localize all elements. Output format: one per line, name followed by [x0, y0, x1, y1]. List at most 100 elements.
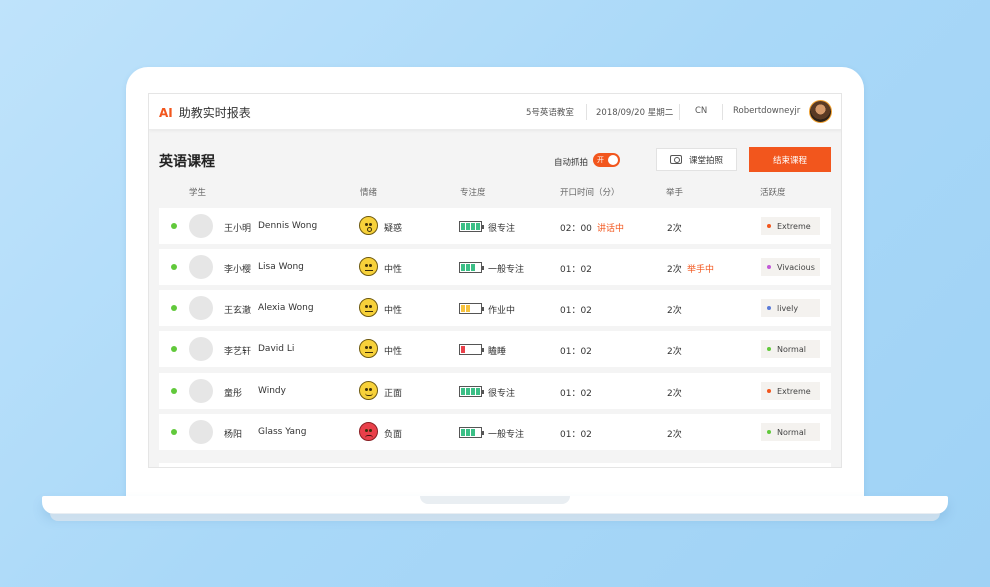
neutral-face-icon — [359, 339, 378, 358]
student-en-name: Glass Yang — [258, 427, 307, 437]
battery-cell — [466, 305, 470, 312]
table-row[interactable]: 童彤 Windy 正面 很专注 01：02 2次 Extreme — [159, 373, 831, 409]
hand-raise-count: 2次 — [667, 430, 682, 440]
student-en-name: Windy — [258, 386, 286, 396]
speaking-status: 讲话中 — [597, 224, 625, 234]
battery-cell — [461, 429, 465, 436]
focus-label: 作业中 — [488, 306, 516, 316]
user-avatar[interactable] — [809, 100, 832, 123]
brand: AI 助教实时报表 — [159, 104, 251, 121]
battery-cell — [466, 429, 470, 436]
toggle-knob — [608, 155, 618, 165]
battery-cell — [461, 346, 465, 353]
table-row[interactable]: 李小樱 Lisa Wong 中性 一般专注 01：02 2次 举手中 Vivac… — [159, 249, 831, 285]
speaking-time: 01：02 — [560, 306, 592, 316]
speaking-time: 01：02 — [560, 265, 592, 275]
speaking-time: 01：02 — [560, 389, 592, 399]
battery-cell — [461, 223, 465, 230]
emotion-label: 中性 — [384, 347, 403, 357]
language-switch[interactable]: CN — [695, 106, 707, 116]
top-bar: AI 助教实时报表 5号英语教室 2018/09/20 星期二 CN Rober… — [149, 94, 841, 130]
focus-label: 很专注 — [488, 224, 516, 234]
camera-icon — [669, 155, 682, 164]
battery-cell — [476, 346, 480, 353]
battery-cell — [471, 305, 475, 312]
activity-badge: lively — [761, 299, 820, 317]
focus-label: 一般专注 — [488, 430, 525, 440]
datetime-label: 2018/09/20 星期二 — [596, 108, 674, 118]
class-photo-button[interactable]: 课堂拍照 — [656, 148, 737, 171]
battery-cell — [461, 305, 465, 312]
emotion-label: 正面 — [384, 389, 403, 399]
battery-cell — [476, 388, 480, 395]
activity-badge: Normal — [761, 423, 820, 441]
divider — [722, 104, 723, 120]
online-status-dot — [171, 388, 177, 394]
column-header-activity: 活跃度 — [760, 188, 786, 198]
battery-cell — [466, 264, 470, 271]
emotion-label: 中性 — [384, 265, 403, 275]
speaking-time: 01：02 — [560, 430, 592, 440]
student-en-name: Dennis Wong — [258, 221, 318, 231]
activity-dot — [767, 265, 771, 269]
student-en-name: Alexia Wong — [258, 303, 314, 313]
activity-dot — [767, 306, 771, 310]
focus-label: 很专注 — [488, 389, 516, 399]
hand-raise-count: 2次 — [667, 306, 682, 316]
course-title: 英语课程 — [159, 154, 215, 170]
battery-cell — [471, 223, 475, 230]
activity-badge: Normal — [761, 340, 820, 358]
battery-icon — [459, 303, 484, 314]
battery-icon — [459, 221, 484, 232]
battery-cell — [466, 346, 470, 353]
emotion-label: 负面 — [384, 430, 403, 440]
angry-face-icon — [359, 422, 378, 441]
happy-face-icon — [359, 381, 378, 400]
column-header-hand: 举手 — [666, 188, 684, 198]
battery-cell — [471, 388, 475, 395]
table-row[interactable]: 李艺轩 David Li 中性 瞌睡 01：02 2次 Normal — [159, 331, 831, 367]
activity-badge: Extreme — [761, 382, 820, 400]
online-status-dot — [171, 305, 177, 311]
activity-dot — [767, 430, 771, 434]
divider — [586, 104, 587, 120]
student-avatar — [189, 255, 213, 279]
class-photo-label: 课堂拍照 — [688, 155, 723, 166]
app-screen: AI 助教实时报表 5号英语教室 2018/09/20 星期二 CN Rober… — [148, 93, 842, 468]
battery-cell — [476, 223, 480, 230]
table-row[interactable]: 王小明 Dennis Wong 疑惑 很专注 02：00 讲话中 2次 Extr… — [159, 208, 831, 244]
battery-cell — [476, 429, 480, 436]
table-row[interactable]: 杨阳 Glass Yang 负面 一般专注 01：02 2次 Normal — [159, 414, 831, 450]
activity-label: Normal — [777, 344, 806, 354]
table-row[interactable]: 王玄澈 Alexia Wong 中性 作业中 01：02 2次 lively — [159, 290, 831, 326]
student-cn-name: 李艺轩 — [224, 347, 252, 357]
student-avatar — [189, 214, 213, 238]
activity-label: Extreme — [777, 221, 811, 231]
username[interactable]: Robertdowneyjr — [733, 106, 800, 116]
online-status-dot — [171, 223, 177, 229]
online-status-dot — [171, 429, 177, 435]
student-cn-name: 王小明 — [224, 224, 252, 234]
focus-label: 瞌睡 — [488, 347, 507, 357]
battery-icon — [459, 262, 484, 273]
battery-cell — [471, 429, 475, 436]
focus-label: 一般专注 — [488, 265, 525, 275]
emotion-label: 中性 — [384, 306, 403, 316]
end-course-button[interactable]: 结束课程 — [749, 147, 831, 172]
auto-capture-toggle[interactable]: 开 — [593, 153, 620, 167]
student-en-name: David Li — [258, 344, 295, 354]
laptop-shadow — [50, 513, 940, 521]
activity-dot — [767, 224, 771, 228]
battery-icon — [459, 344, 484, 355]
online-status-dot — [171, 346, 177, 352]
battery-cell — [461, 264, 465, 271]
speaking-time: 02：00 — [560, 224, 592, 234]
divider — [679, 104, 680, 120]
activity-badge: Vivacious — [761, 258, 820, 276]
hand-raise-status: 举手中 — [687, 265, 715, 275]
battery-cell — [466, 223, 470, 230]
battery-cell — [461, 388, 465, 395]
battery-cell — [476, 305, 480, 312]
battery-cell — [471, 264, 475, 271]
battery-icon — [459, 386, 484, 397]
